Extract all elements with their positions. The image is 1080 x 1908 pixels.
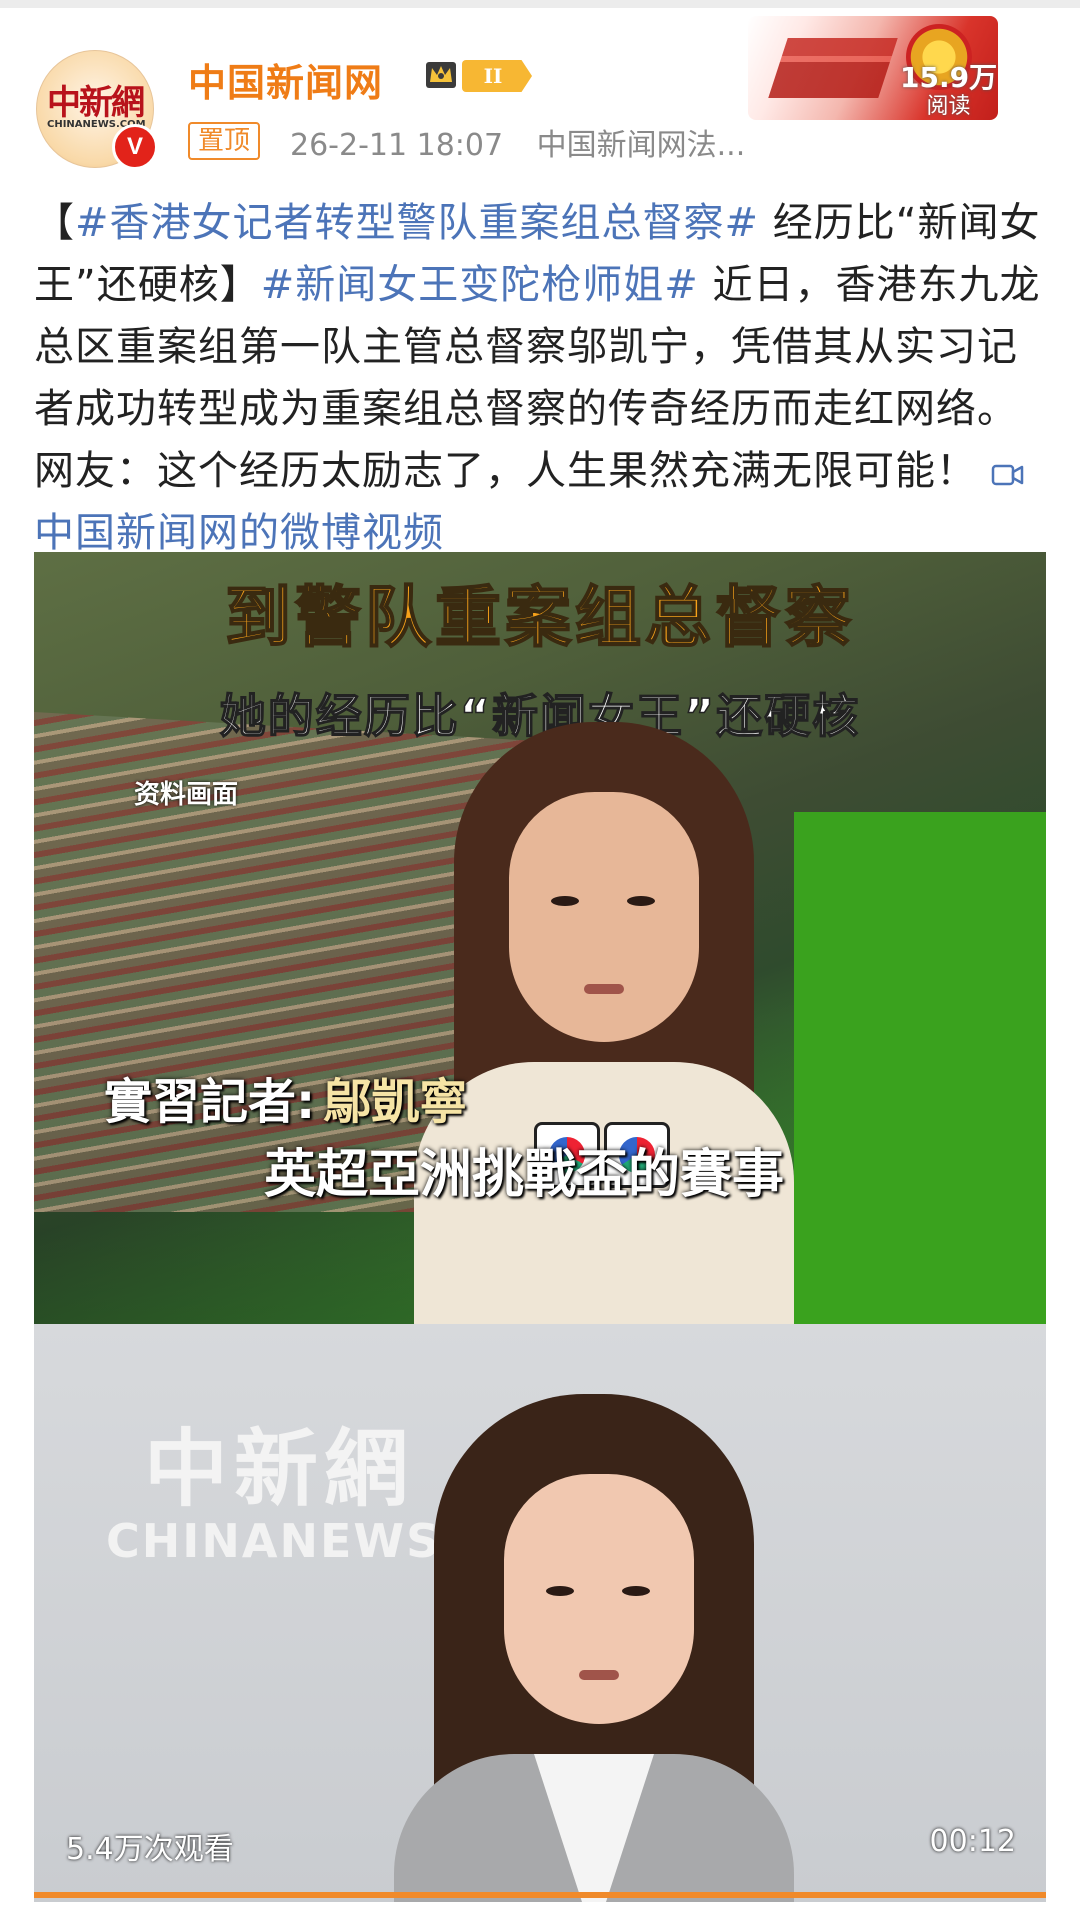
video-player[interactable]: 到警队重案组总督察 她的经历比“新闻女王”还硬核 资料画面 實習記者: 鄔凱寧 英… xyxy=(34,552,1046,1902)
reporter-title: 實習記者: xyxy=(104,1074,316,1130)
post-text: 【#香港女记者转型警队重案组总督察# 经历比“新闻女王”还硬核】#新闻女王变陀枪… xyxy=(34,192,1054,564)
read-count-number: 15.9万 xyxy=(900,61,998,94)
reporter-figure xyxy=(414,722,794,1324)
hashtag-hk-reporter[interactable]: #香港女记者转型警队重案组总督察# xyxy=(75,200,759,246)
read-count: 15.9万 阅读 xyxy=(900,64,997,118)
title-bracket-open: 【 xyxy=(34,200,75,246)
video-camera-icon xyxy=(991,464,1023,486)
chinanews-watermark-en: CHINANEWS xyxy=(106,1514,442,1568)
post-meta: 26-2-11 18:07 中国新闻网法... xyxy=(290,120,745,164)
username[interactable]: 中国新闻网 xyxy=(188,52,383,107)
video-link-label: 中国新闻网的微博视频 xyxy=(34,510,444,556)
video-duration: 00:12 xyxy=(929,1824,1016,1859)
verified-badge-icon: V xyxy=(112,124,158,170)
reporter-name: 鄔凱寧 xyxy=(323,1074,468,1130)
hashtag-news-queen[interactable]: #新闻女王变陀枪师姐# xyxy=(261,262,699,308)
video-progress-bar[interactable] xyxy=(34,1892,1046,1898)
post-timestamp: 26-2-11 18:07 xyxy=(290,128,504,163)
read-count-label: 阅读 xyxy=(926,94,971,119)
avatar-logo: 中新網 xyxy=(47,83,145,123)
event-caption: 英超亞洲挑戰盃的賽事 xyxy=(264,1145,785,1205)
top-divider xyxy=(0,0,1080,8)
video-caption-title: 到警队重案组总督察 xyxy=(224,578,855,657)
video-play-count: 5.4万次观看 xyxy=(66,1832,234,1867)
football-pitch xyxy=(794,812,1046,1324)
tiananmen-graphic-icon xyxy=(768,38,898,98)
archive-footage-label: 资料画面 xyxy=(134,780,239,810)
chinanews-watermark: 中新網 xyxy=(144,1419,415,1518)
title-bracket-close: 】 xyxy=(219,262,261,308)
video-frame-officer: 中新網 CHINANEWS xyxy=(34,1324,1046,1902)
video-progress-fill xyxy=(34,1892,1046,1898)
post-source[interactable]: 中国新闻网法... xyxy=(537,128,746,163)
reporter-nameplate: 實習記者: 鄔凱寧 xyxy=(104,1062,467,1132)
officer-figure xyxy=(394,1394,794,1902)
level-badge[interactable]: II xyxy=(462,60,532,92)
crown-icon xyxy=(426,62,456,88)
pinned-badge: 置顶 xyxy=(188,122,261,160)
video-frame-reporter: 到警队重案组总督察 她的经历比“新闻女王”还硬核 资料画面 實習記者: 鄔凱寧 英… xyxy=(34,552,1046,1324)
